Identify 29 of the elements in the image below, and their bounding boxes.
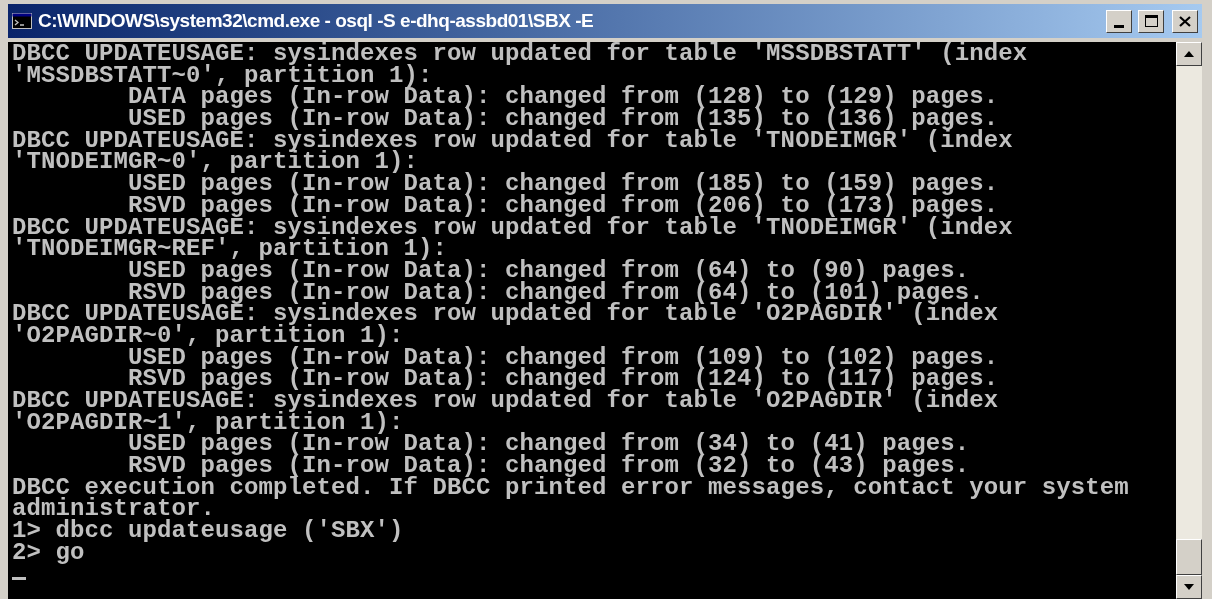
close-icon (1179, 15, 1191, 27)
console-line: 'MSSDBSTATT~0', partition 1): (12, 64, 433, 87)
console-line: RSVD pages (In-row Data): changed from (206) to (173) pages. (128, 194, 999, 217)
console-line: USED pages (In-row Data): changed from (135) to (136) pages. (128, 108, 999, 130)
console-line: DBCC UPDATEUSAGE: sysindexes row updated for table 'MSSDBSTATT' (index (12, 43, 1029, 65)
minimize-button[interactable] (1106, 9, 1132, 33)
console-line: 'TNODEIMGR~0', partition 1): (12, 151, 419, 174)
console-line: USED pages (In-row Data): changed from (185) to (159) pages. (128, 173, 1000, 195)
text-cursor (12, 576, 26, 580)
console-line: 2> go (12, 541, 86, 564)
scroll-down-button[interactable] (1176, 575, 1202, 599)
console-app-icon (12, 13, 32, 29)
maximize-button[interactable] (1138, 9, 1164, 33)
console-line: RSVD pages (In-row Data): changed from (124) to (117) pages. (128, 368, 1000, 390)
console-line: DBCC UPDATEUSAGE: sysindexes row updated for table 'O2PAGDIR' (index (12, 390, 1000, 412)
console-line: DBCC UPDATEUSAGE: sysindexes row updated for table 'O2PAGDIR' (index (12, 303, 1000, 325)
console-line: 'O2PAGDIR~1', partition 1): (12, 411, 404, 434)
window-title: C:\WINDOWS\system32\cmd.exe - osql -S e-dhq-assbd01\SBX -E (38, 8, 595, 33)
console-line: RSVD pages (In-row Data): changed from (32) to (43) pages. (128, 455, 971, 477)
scroll-up-button[interactable] (1176, 42, 1202, 66)
console-line: 'TNODEIMGR~REF', partition 1): (12, 238, 448, 260)
scrollbar[interactable] (1176, 42, 1202, 599)
scrollbar-thumb[interactable] (1176, 539, 1202, 575)
console-line: 'O2PAGDIR~0', partition 1): (12, 324, 404, 347)
console-line: USED pages (In-row Data): changed from (64) to (90) pages. (128, 259, 971, 282)
up-arrow-icon (1184, 51, 1194, 57)
console-line: 1> dbcc updateusage ('SBX') (12, 520, 405, 542)
close-button[interactable] (1172, 9, 1198, 33)
down-arrow-icon (1184, 584, 1194, 590)
